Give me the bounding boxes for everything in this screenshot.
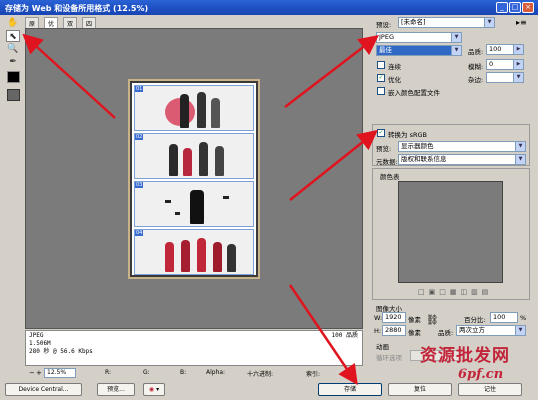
preset-label: 预设: (376, 21, 392, 29)
blur-field[interactable]: 0 ▶ (486, 59, 524, 70)
tab-optimized[interactable]: 优化 (44, 17, 59, 37)
slice-number: 04 (135, 230, 144, 236)
embed-profile-label: 嵌入颜色配置文件 (388, 89, 440, 97)
close-button[interactable]: × (522, 2, 534, 13)
matte-select[interactable]: ▼ (486, 72, 524, 83)
height-unit: 像素 (408, 329, 421, 337)
width-unit: 像素 (408, 316, 421, 324)
zoom-in-icon[interactable]: + (36, 369, 42, 377)
chevron-down-icon: ▶ (513, 60, 523, 69)
convert-srgb-checkbox[interactable]: ✓ (377, 129, 385, 137)
hex-label: 十六进制: (247, 371, 274, 378)
chevron-down-icon: ▼ (515, 155, 525, 164)
panel-menu-icon[interactable]: ▸≡ (516, 18, 527, 27)
percent-unit: % (520, 314, 527, 322)
constrain-proportions-icon[interactable]: ⛓ (426, 315, 439, 326)
slice-03[interactable]: 03 (134, 181, 254, 227)
chevron-down-icon: ▼ (513, 73, 523, 82)
slice-02[interactable]: 02 (134, 133, 254, 179)
slice-number: 03 (135, 182, 144, 188)
quality-label: 品质: (468, 48, 484, 56)
watermark-text: 资源批发网 (420, 346, 510, 366)
info-quality: 100 品质 (331, 332, 358, 339)
toolbox: ✋ ⬉ 🔍 ✒ (4, 17, 22, 103)
tab-original[interactable]: 原稿 (25, 17, 40, 37)
quality-field[interactable]: 100 ▶ (486, 44, 524, 55)
preview-canvas[interactable]: 01 02 03 04 (25, 28, 363, 329)
progressive-label: 连续 (388, 63, 401, 71)
watermark: 资源批发网 6pf.cn (420, 341, 538, 391)
percent-label: 百分比: (464, 316, 486, 324)
chevron-down-icon: ▼ (515, 326, 525, 335)
preview-select[interactable]: 显示器颜色 ▼ (398, 141, 526, 152)
convert-srgb-label: 转换为 sRGB (388, 131, 427, 139)
matte-label: 杂边: (468, 76, 484, 84)
slice-number: 02 (135, 134, 144, 140)
loop-options-label: 循环选项 (376, 354, 402, 362)
slice-number: 01 (135, 86, 144, 92)
slice-04[interactable]: 04 (134, 229, 254, 275)
format-select[interactable]: JPEG ▼ (376, 32, 462, 43)
metadata-select[interactable]: 版权和联系信息 ▼ (398, 154, 526, 165)
slice-select-icon[interactable]: ⬉ (6, 30, 20, 42)
metadata-label: 元数据: (376, 158, 398, 166)
optimization-info: JPEG 1.506M 280 秒 @ 56.6 Kbps 100 品质 (25, 330, 363, 366)
info-format: JPEG (29, 332, 44, 339)
browser-icon: ◉ (148, 386, 155, 393)
eyedropper-icon[interactable]: ✒ (6, 56, 20, 68)
width-field[interactable]: 1920 (382, 312, 406, 323)
r-value-label: R: (105, 369, 112, 376)
info-download-time: 280 秒 @ 56.6 Kbps (29, 348, 93, 355)
zoom-icon[interactable]: 🔍 (6, 43, 20, 55)
progressive-checkbox[interactable] (377, 61, 385, 69)
chevron-down-icon: ▼ (515, 142, 525, 151)
quality-preset-select[interactable]: 最佳 ▼ (376, 45, 462, 56)
resample-select[interactable]: 两次立方 ▼ (456, 325, 526, 336)
browser-select-button[interactable]: ◉ ▾ (143, 383, 165, 396)
slice-01[interactable]: 01 (134, 85, 254, 131)
watermark-url: 6pf.cn (458, 367, 504, 382)
status-bar: − + 12.5% R: G: B: Alpha: 十六进制: 索引: (25, 368, 363, 379)
maximize-button[interactable]: □ (509, 2, 521, 13)
height-field[interactable]: 2880 (382, 325, 406, 336)
color-table[interactable] (398, 181, 503, 283)
settings-panel: 预设: [未命名] ▼ ▸≡ JPEG ▼ 最佳 ▼ 品质: 100 ▶ 连续 模糊: … (370, 15, 536, 370)
device-central-button[interactable]: Device Central... (5, 383, 82, 396)
zoom-level-field[interactable]: 12.5% (44, 368, 76, 378)
animation-label: 动画 (376, 343, 389, 351)
preview-label: 预览: (376, 145, 392, 153)
eyedropper-color-swatch[interactable] (7, 71, 20, 83)
minimize-button[interactable]: _ (496, 2, 508, 13)
tab-4up[interactable]: 四联 (82, 17, 97, 37)
zoom-out-icon[interactable]: − (29, 369, 35, 377)
resample-label: 品质: (438, 329, 454, 337)
toggle-slices-icon[interactable] (7, 89, 20, 101)
optimized-checkbox[interactable]: ✓ (377, 74, 385, 82)
chevron-down-icon: ▼ (451, 33, 461, 42)
alpha-label: Alpha: (206, 369, 226, 376)
blur-label: 模糊: (468, 63, 484, 71)
percent-field[interactable]: 100 (490, 312, 518, 323)
save-button[interactable]: 存储 (318, 383, 382, 396)
color-table-label: 颜色表 (380, 173, 400, 181)
g-value-label: G: (143, 369, 150, 376)
hand-icon[interactable]: ✋ (6, 17, 20, 29)
width-label: W: (374, 314, 383, 322)
color-table-tools[interactable]: □▣□▦◫▥▤ (418, 288, 492, 296)
preset-select[interactable]: [未命名] ▼ (398, 17, 495, 28)
preview-button[interactable]: 预览... (97, 383, 135, 396)
height-label: H: (374, 327, 382, 335)
b-value-label: B: (180, 369, 187, 376)
window-title: 存储为 Web 和设备所用格式 (12.5%) (0, 0, 538, 15)
tab-2up[interactable]: 双联 (63, 17, 78, 37)
optimized-label: 优化 (388, 76, 401, 84)
embed-profile-checkbox[interactable] (377, 87, 385, 95)
chevron-down-icon: ▼ (484, 18, 494, 27)
image-preview: 01 02 03 04 (128, 79, 260, 279)
chevron-down-icon: ▼ (451, 46, 461, 55)
info-size: 1.506M (29, 340, 51, 347)
chevron-down-icon: ▶ (513, 45, 523, 54)
index-label: 索引: (306, 371, 321, 378)
